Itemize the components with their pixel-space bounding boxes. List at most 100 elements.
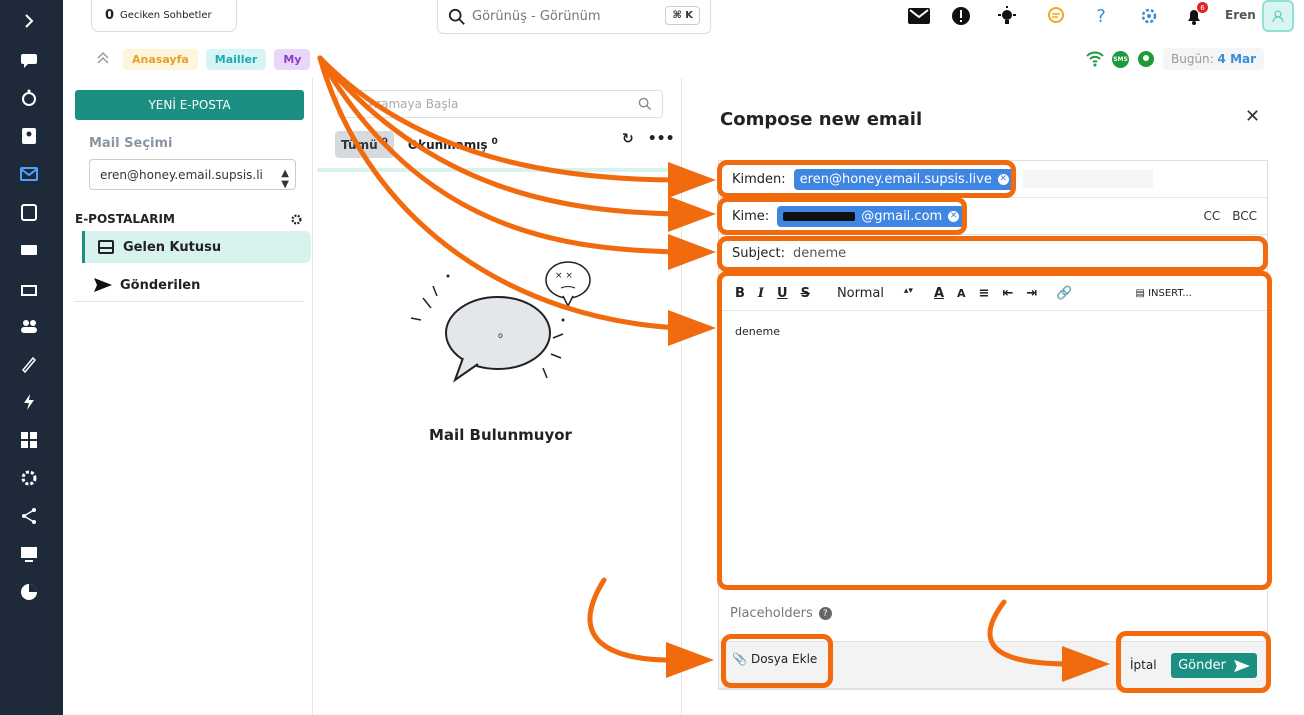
svg-text:× ×: × × bbox=[555, 271, 573, 281]
folder-sent[interactable]: Gönderilen bbox=[82, 269, 311, 301]
tab-unread-label: Okunmamış bbox=[407, 137, 488, 152]
user-icon bbox=[1272, 10, 1284, 23]
mail-account-value: eren@honey.email.supsis.li bbox=[100, 167, 263, 182]
folder-inbox-label: Gelen Kutusu bbox=[123, 239, 222, 255]
from-chip[interactable]: eren@honey.email.supsis.live ✕ bbox=[793, 168, 1015, 190]
italic-icon[interactable]: I bbox=[758, 286, 764, 301]
mail-search-placeholder: Aramaya Başla bbox=[368, 97, 459, 111]
refresh-icon[interactable]: ↻ bbox=[622, 131, 634, 147]
insert-label: INSERT... bbox=[1148, 288, 1192, 299]
more-icon[interactable]: ••• bbox=[648, 131, 675, 147]
breadcrumb-my[interactable]: My bbox=[274, 48, 311, 70]
breadcrumb-mails[interactable]: Mailler bbox=[205, 48, 267, 70]
format-select[interactable]: Normal ▴▾ bbox=[837, 286, 913, 301]
pie-chart-icon[interactable] bbox=[17, 580, 41, 604]
folder-sent-label: Gönderilen bbox=[120, 277, 201, 293]
mail-sidebar: YENİ E-POSTA Mail Seçimi eren@honey.emai… bbox=[74, 78, 313, 715]
email-body-editor[interactable]: deneme bbox=[735, 325, 780, 338]
today-label: Bugün: bbox=[1171, 52, 1214, 66]
close-icon[interactable]: ✕ bbox=[1245, 106, 1260, 127]
team-icon[interactable] bbox=[17, 314, 41, 338]
cancel-button[interactable]: İptal bbox=[1130, 658, 1157, 672]
contacts-icon[interactable] bbox=[17, 124, 41, 148]
new-mail-button[interactable]: YENİ E-POSTA bbox=[75, 90, 304, 120]
insert-icon: ▤ bbox=[1135, 288, 1145, 299]
subject-row[interactable]: Subject: deneme bbox=[719, 235, 1267, 272]
chat-bubble-icon[interactable] bbox=[1043, 3, 1069, 29]
bot-icon[interactable] bbox=[17, 86, 41, 110]
mail-list-panel: Aramaya Başla Tümü 0 Okunmamış 0 ↻ ••• o ×… bbox=[313, 78, 682, 715]
attach-file-button[interactable]: 📎 Dosya Ekle bbox=[732, 652, 817, 666]
search-icon bbox=[638, 97, 652, 111]
folder-settings-gear-icon[interactable] bbox=[290, 211, 303, 230]
today-indicator: Bugün: 4 Mar bbox=[1163, 48, 1265, 70]
my-mails-heading: E-POSTALARIM bbox=[75, 212, 175, 226]
mail-account-select[interactable]: eren@honey.email.supsis.li ▲ ▼ bbox=[89, 159, 296, 190]
tab-unread-count: 0 bbox=[491, 136, 498, 147]
send-button[interactable]: Gönder bbox=[1171, 653, 1257, 678]
folder-inbox[interactable]: Gelen Kutusu bbox=[82, 231, 311, 263]
divider bbox=[74, 301, 304, 302]
bell-icon[interactable]: 6 bbox=[1181, 2, 1208, 29]
lamp-icon[interactable] bbox=[994, 3, 1020, 29]
strikethrough-icon[interactable]: S bbox=[801, 286, 810, 301]
tasks-icon[interactable] bbox=[17, 200, 41, 224]
bcc-button[interactable]: BCC bbox=[1232, 209, 1257, 223]
edit-icon[interactable] bbox=[17, 352, 41, 376]
collapse-chevron-icon[interactable] bbox=[96, 50, 110, 69]
settings-icon[interactable] bbox=[17, 466, 41, 490]
user-name[interactable]: Eren bbox=[1225, 8, 1256, 22]
help-icon[interactable]: ? bbox=[1088, 3, 1114, 29]
align-icon[interactable]: ≡ bbox=[979, 286, 990, 301]
notification-badge: 6 bbox=[1197, 2, 1208, 13]
indent-icon[interactable]: ⇥ bbox=[1026, 286, 1037, 301]
empty-mailbox-illustration: o × × bbox=[410, 261, 591, 383]
archive-icon[interactable] bbox=[17, 276, 41, 300]
compose-title: Compose new email bbox=[720, 109, 923, 130]
expand-chevron-icon[interactable] bbox=[17, 9, 41, 33]
help-icon[interactable]: ? bbox=[818, 607, 832, 620]
underline-icon[interactable]: U bbox=[777, 286, 788, 301]
alert-icon[interactable] bbox=[948, 3, 974, 29]
attach-label: Dosya Ekle bbox=[750, 652, 818, 666]
gear-icon[interactable] bbox=[1136, 3, 1162, 29]
breadcrumb-home[interactable]: Anasayfa bbox=[123, 48, 198, 70]
bold-icon[interactable]: B bbox=[735, 286, 745, 301]
mail-top-icon[interactable] bbox=[906, 3, 932, 29]
mail-icon[interactable] bbox=[17, 162, 41, 186]
late-chats-chip[interactable]: 0 Geciken Sohbetler bbox=[91, 0, 237, 32]
tab-all-label: Tümü bbox=[341, 137, 378, 152]
select-arrows-icon: ▴▾ bbox=[903, 286, 913, 296]
monitor-icon[interactable] bbox=[17, 542, 41, 566]
to-label: Kime: bbox=[732, 208, 770, 224]
send-label: Gönder bbox=[1178, 658, 1226, 673]
tab-all[interactable]: Tümü 0 bbox=[335, 130, 394, 158]
remove-chip-icon[interactable]: ✕ bbox=[997, 173, 1009, 185]
chat-icon[interactable] bbox=[17, 48, 41, 72]
lightning-icon[interactable] bbox=[17, 390, 41, 414]
placeholders-label[interactable]: Placeholders bbox=[730, 606, 813, 621]
cc-button[interactable]: CC bbox=[1203, 209, 1220, 223]
mail-search-input[interactable]: Aramaya Başla bbox=[337, 90, 663, 118]
highlight-icon[interactable]: A bbox=[957, 287, 966, 300]
svg-text:o: o bbox=[498, 331, 503, 340]
link-icon[interactable]: 🔗 bbox=[1056, 286, 1072, 301]
from-input[interactable] bbox=[1022, 170, 1153, 188]
dashboard-icon[interactable] bbox=[17, 428, 41, 452]
avatar[interactable] bbox=[1262, 0, 1294, 32]
to-chip[interactable]: @gmail.com ✕ bbox=[777, 205, 966, 227]
insert-button[interactable]: ▤ INSERT... bbox=[1135, 288, 1191, 299]
top-bar: 0 Geciken Sohbetler Görünüş - Görünüm ⌘ … bbox=[63, 0, 1304, 42]
font-color-icon[interactable]: A bbox=[934, 286, 944, 301]
ticket-icon[interactable] bbox=[17, 238, 41, 262]
list-progress-bar bbox=[317, 168, 679, 172]
remove-chip-icon[interactable]: ✕ bbox=[948, 210, 960, 222]
subject-value[interactable]: deneme bbox=[793, 246, 846, 261]
today-date: 4 Mar bbox=[1217, 52, 1257, 66]
redacted-block bbox=[783, 211, 856, 221]
share-icon[interactable] bbox=[17, 504, 41, 528]
outdent-icon[interactable]: ⇤ bbox=[1002, 286, 1013, 301]
global-search[interactable]: Görünüş - Görünüm ⌘ K bbox=[437, 0, 711, 34]
tab-unread[interactable]: Okunmamış 0 bbox=[402, 131, 504, 158]
from-label: Kimden: bbox=[732, 171, 786, 187]
